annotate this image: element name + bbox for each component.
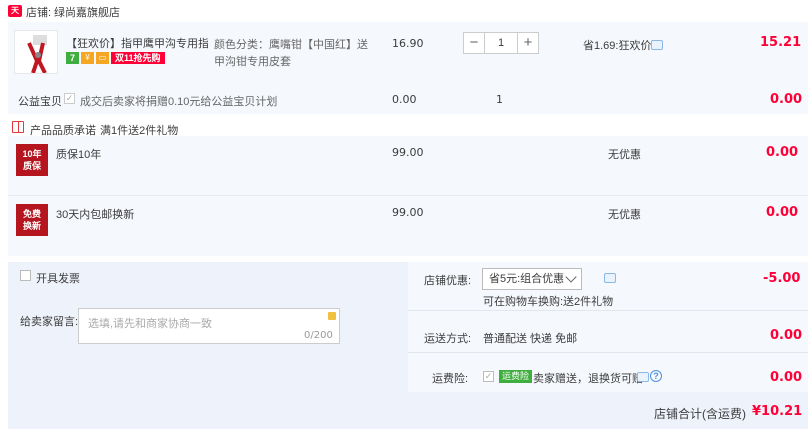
item-title-link[interactable]: 【狂欢价】指甲鹰甲沟专用指甲钳 <box>66 35 208 49</box>
shop-discount-label: 店铺优惠: <box>424 275 472 287</box>
message-char-count: 0/200 <box>304 330 333 341</box>
service-total: 0.00 <box>766 145 799 160</box>
tmall-shop-icon: 天猫 <box>8 5 22 27</box>
item-unit-price: 16.90 <box>392 37 424 50</box>
service-row-panel <box>8 196 808 256</box>
message-label: 给卖家留言: <box>20 316 79 328</box>
charity-price: 0.00 <box>392 93 417 106</box>
insurance-total: 0.00 <box>770 370 803 385</box>
seven-day-return-badge: 7 <box>66 52 79 64</box>
shop-discount-select[interactable]: 省5元:组合优惠 <box>482 268 582 290</box>
invoice-label: 开具发票 <box>36 273 80 285</box>
insurance-checkbox[interactable]: ✓ <box>483 371 494 382</box>
emoji-icon[interactable] <box>328 312 336 320</box>
divider <box>408 310 808 311</box>
item-thumbnail[interactable] <box>14 30 58 74</box>
service-image-replacement: 免费 换新 <box>16 204 48 236</box>
shop-name-link[interactable]: 绿尚嘉旗舰店 <box>54 4 120 20</box>
service-image-text: 质保 <box>22 161 41 171</box>
double11-badge: 双11抢先购 <box>111 52 165 64</box>
chevron-down-icon <box>565 271 577 283</box>
gift-icon <box>12 121 24 133</box>
service-discount: 无优惠 <box>608 149 641 161</box>
qty-plus-button[interactable]: + <box>517 32 539 54</box>
charity-checkbox[interactable]: ✓ <box>64 93 75 104</box>
shipping-label: 运送方式: <box>424 333 472 345</box>
message-placeholder: 选填,请先和商家协商一致 <box>88 318 213 330</box>
service-discount: 无优惠 <box>608 209 641 221</box>
chat-icon[interactable] <box>651 40 663 50</box>
item-sku: 颜色分类：鹰嘴钳【中国红】送甲沟钳专用皮套 <box>214 39 368 68</box>
charity-qty: 1 <box>496 93 503 106</box>
quantity-stepper: − 1 + <box>463 32 539 54</box>
shop-discount-total: -5.00 <box>763 271 801 286</box>
shop-total-value: ¥10.21 <box>752 404 803 419</box>
service-row-panel <box>8 136 808 196</box>
shop-total-label: 店铺合计(含运费) <box>654 407 746 421</box>
service-image-text: 换新 <box>22 221 41 231</box>
charity-total: 0.00 <box>770 92 803 107</box>
invoice-checkbox[interactable] <box>20 270 31 281</box>
service-image-text: 10年 <box>22 149 42 159</box>
service-name: 30天内包邮换新 <box>56 209 135 221</box>
service-price: 99.00 <box>392 146 424 159</box>
service-name: 质保10年 <box>56 149 102 161</box>
charity-text: 成交后卖家将捐赠0.10元给公益宝贝计划 <box>80 96 278 108</box>
help-icon[interactable]: ? <box>650 370 662 382</box>
shop-label: 店铺: <box>26 7 52 19</box>
qty-input[interactable]: 1 <box>485 32 517 54</box>
qty-minus-button[interactable]: − <box>463 32 485 54</box>
service-image-text: 免费 <box>22 209 41 219</box>
service-price: 99.00 <box>392 206 424 219</box>
shop-discount-hint: 可在购物车换购:送2件礼物 <box>483 296 614 308</box>
insurance-badge: 运费险 <box>499 370 533 383</box>
insurance-label: 运费险: <box>432 373 469 385</box>
coin-badge-icon: ¥ <box>81 52 94 64</box>
item-discount: 省1.69:狂欢价 <box>583 40 652 52</box>
chat-icon[interactable] <box>604 273 616 283</box>
shop-discount-selected: 省5元:组合优惠 <box>489 273 565 285</box>
item-total: 15.21 <box>760 35 802 50</box>
chat-icon[interactable] <box>637 372 649 382</box>
service-total: 0.00 <box>766 205 799 220</box>
card-badge-icon: ▭ <box>96 52 109 64</box>
divider <box>408 352 808 353</box>
insurance-text: 卖家赠送，退换货可赔 <box>533 373 643 385</box>
charity-label: 公益宝贝 <box>18 96 62 108</box>
shipping-total: 0.00 <box>770 328 803 343</box>
shipping-method: 普通配送 快递 免邮 <box>483 333 578 345</box>
service-image-warranty: 10年 质保 <box>16 144 48 176</box>
item-badges: 7 ¥ ▭ 双11抢先购 <box>66 52 165 64</box>
